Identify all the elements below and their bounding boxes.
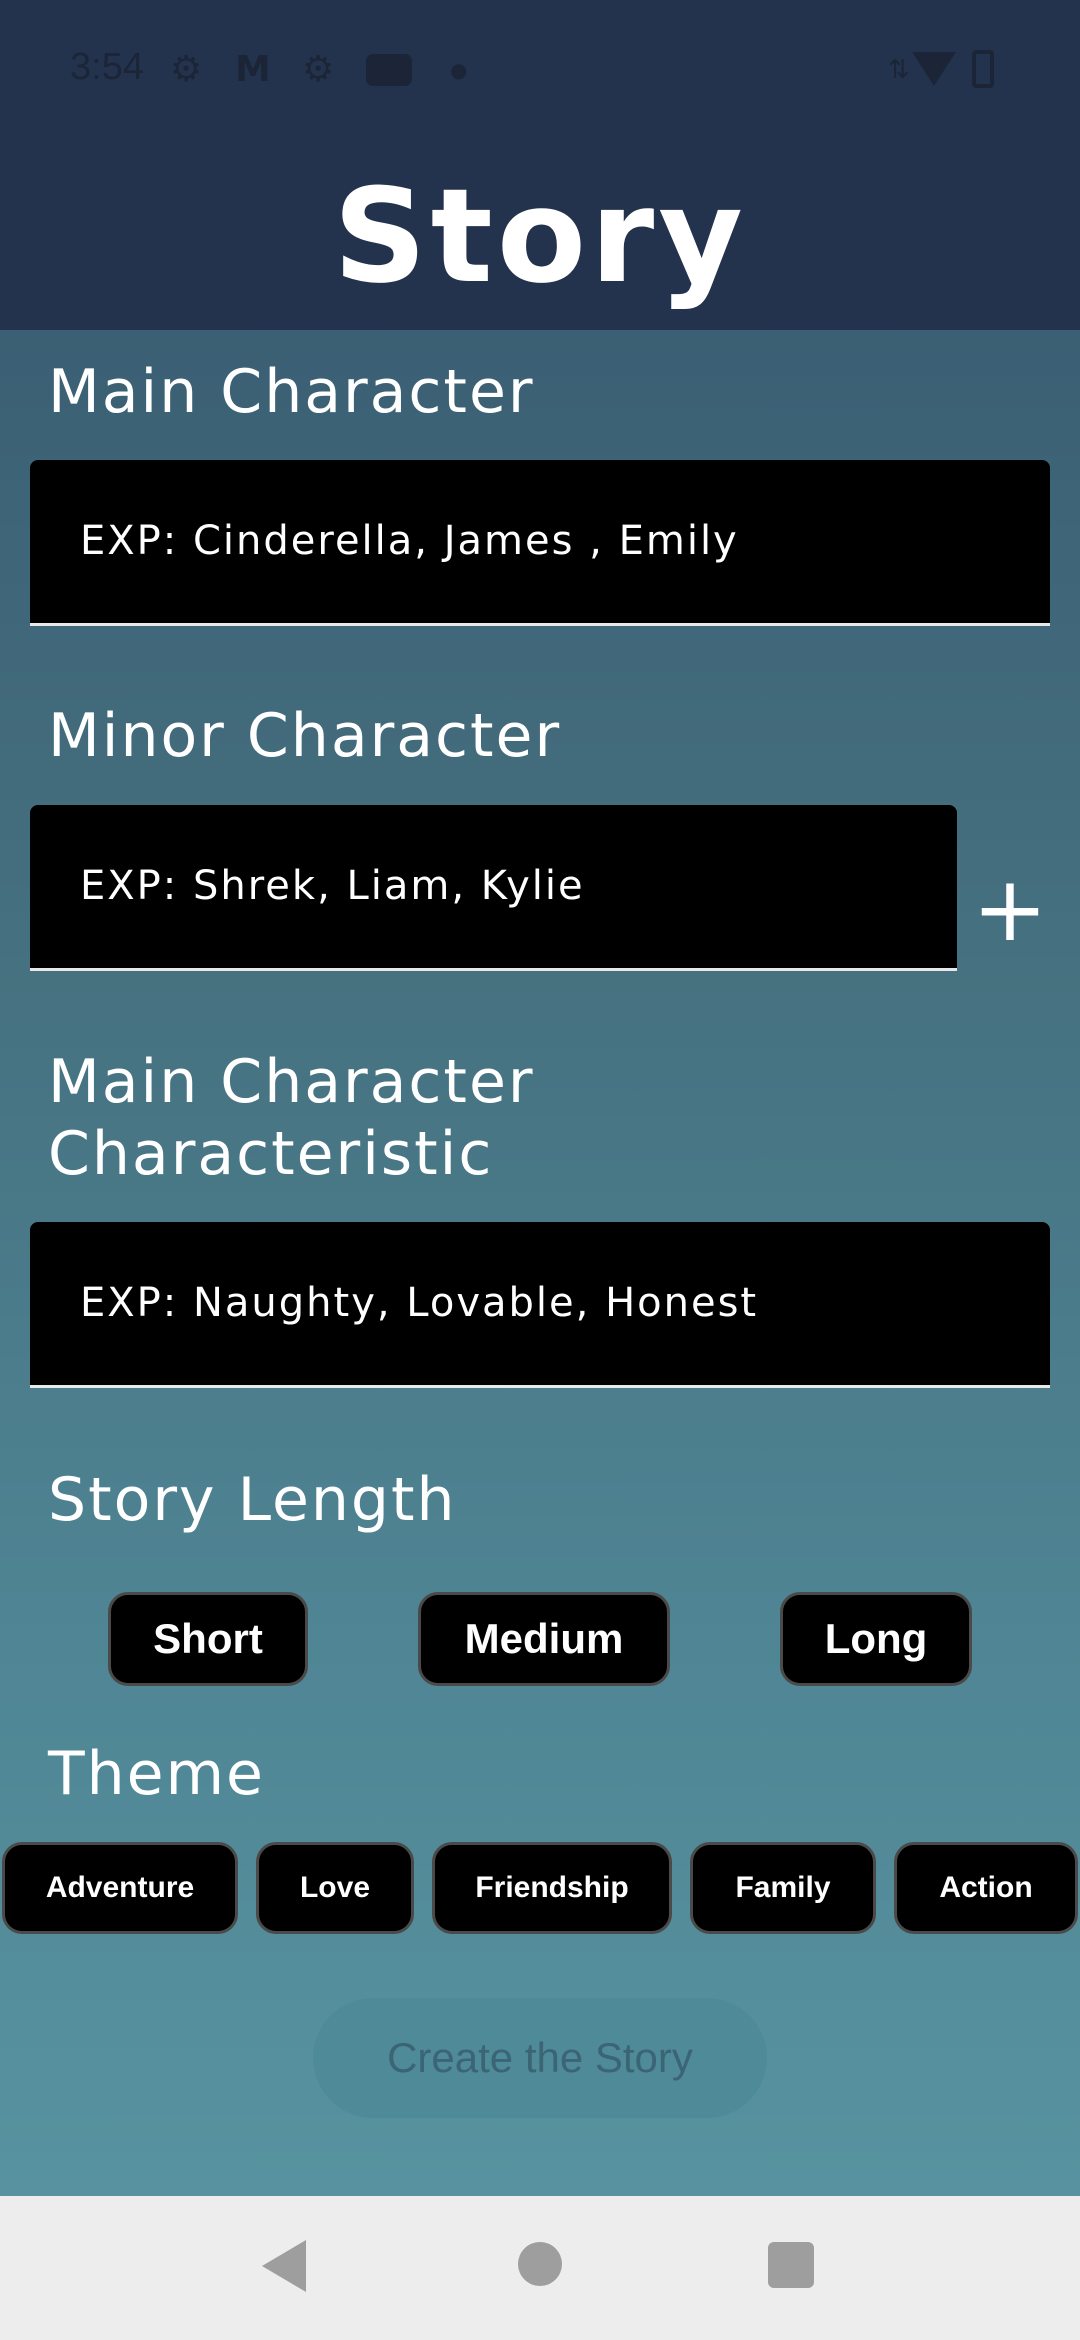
status-bar: 3:54 ⚙ M ⚙ ● ⇅ bbox=[0, 40, 1080, 100]
youtube-icon bbox=[366, 54, 412, 86]
main-character-placeholder: EXP: Cinderella, James , Emily bbox=[80, 518, 739, 564]
theme-love-button[interactable]: Love bbox=[256, 1842, 414, 1934]
back-icon[interactable] bbox=[262, 2240, 306, 2292]
theme-friendship-button[interactable]: Friendship bbox=[432, 1842, 672, 1934]
page-title: Story bbox=[333, 160, 747, 312]
battery-icon bbox=[972, 50, 994, 88]
signal-arrows-icon: ⇅ bbox=[888, 55, 910, 85]
minor-character-label: Minor Character bbox=[48, 701, 562, 771]
theme-family-button[interactable]: Family bbox=[690, 1842, 876, 1934]
recents-icon[interactable] bbox=[768, 2242, 814, 2288]
characteristic-label-line2: Characteristic bbox=[48, 1119, 494, 1189]
theme-adventure-button[interactable]: Adventure bbox=[2, 1842, 238, 1934]
story-length-label: Story Length bbox=[48, 1465, 457, 1535]
characteristic-label-line1: Main Character bbox=[48, 1047, 535, 1117]
main-character-label: Main Character bbox=[48, 357, 535, 427]
theme-action-button[interactable]: Action bbox=[894, 1842, 1078, 1934]
length-long-button[interactable]: Long bbox=[780, 1592, 972, 1686]
gear-icon: ⚙ bbox=[302, 49, 335, 90]
gmail-icon: M bbox=[235, 49, 271, 90]
home-icon[interactable] bbox=[518, 2242, 562, 2286]
status-time: 3:54 bbox=[70, 46, 144, 88]
minor-character-input[interactable]: EXP: Shrek, Liam, Kylie bbox=[30, 805, 957, 971]
theme-label: Theme bbox=[48, 1739, 265, 1809]
add-minor-character-button[interactable]: + bbox=[970, 865, 1050, 955]
length-medium-button[interactable]: Medium bbox=[418, 1592, 670, 1686]
gear-icon: ⚙ bbox=[170, 49, 203, 90]
main-character-input[interactable]: EXP: Cinderella, James , Emily bbox=[30, 460, 1050, 626]
minor-character-placeholder: EXP: Shrek, Liam, Kylie bbox=[80, 863, 585, 909]
characteristic-input[interactable]: EXP: Naughty, Lovable, Honest bbox=[30, 1222, 1050, 1388]
wifi-icon bbox=[912, 52, 956, 86]
app-header: 3:54 ⚙ M ⚙ ● ⇅ Story bbox=[0, 0, 1080, 330]
length-short-button[interactable]: Short bbox=[108, 1592, 308, 1686]
dot-icon: ● bbox=[450, 58, 468, 82]
characteristic-placeholder: EXP: Naughty, Lovable, Honest bbox=[80, 1280, 759, 1326]
system-nav-bar bbox=[0, 2196, 1080, 2340]
create-story-button[interactable]: Create the Story bbox=[313, 1998, 767, 2118]
